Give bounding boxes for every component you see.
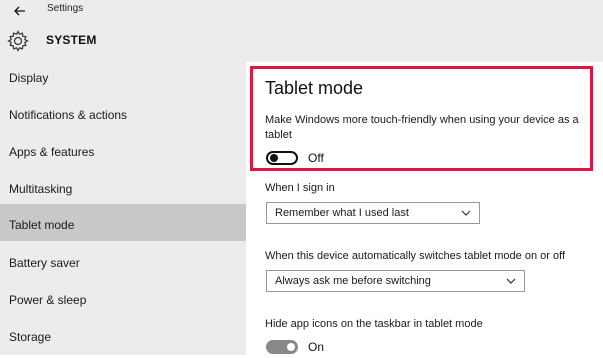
sidebar-item-power-sleep[interactable]: Power & sleep [0, 284, 246, 321]
sidebar-item-label: Multitasking [9, 182, 73, 196]
sidebar-item-label: Power & sleep [9, 293, 87, 307]
sidebar-item-battery-saver[interactable]: Battery saver [0, 247, 246, 284]
tablet-mode-description: Make Windows more touch-friendly when us… [265, 114, 579, 141]
toggle-knob [270, 154, 278, 162]
auto-switch-selected: Always ask me before switching [275, 275, 431, 287]
auto-switch-label: When this device automatically switches … [265, 250, 566, 262]
sidebar-item-label: Notifications & actions [9, 108, 128, 122]
gear-icon [7, 30, 29, 52]
hide-icons-label: Hide app icons on the taskbar in tablet … [265, 318, 483, 330]
back-arrow-icon [14, 6, 25, 16]
sidebar-item-label: Storage [9, 330, 52, 344]
sidebar-item-label: Apps & features [9, 145, 95, 159]
toggle-knob [287, 343, 295, 351]
page-header: SYSTEM [0, 22, 603, 62]
page-title: Tablet mode [265, 78, 364, 98]
sidebar: Display Notifications & actions Apps & f… [0, 62, 246, 355]
sidebar-item-notifications[interactable]: Notifications & actions [0, 99, 246, 136]
sidebar-item-display[interactable]: Display [0, 62, 246, 99]
window-title: Settings [47, 3, 84, 14]
sidebar-item-label: Display [9, 71, 49, 85]
sidebar-item-tablet-mode[interactable]: Tablet mode [0, 204, 246, 241]
signin-label: When I sign in [265, 182, 335, 194]
sidebar-item-storage[interactable]: Storage [0, 321, 246, 358]
sidebar-item-label: Battery saver [9, 256, 80, 270]
back-button[interactable] [0, 0, 40, 22]
title-bar: Settings [0, 0, 603, 22]
chevron-down-icon [506, 278, 516, 284]
sidebar-item-label: Tablet mode [9, 218, 75, 232]
sidebar-item-apps-features[interactable]: Apps & features [0, 136, 246, 173]
tablet-mode-state: Off [308, 151, 324, 165]
tablet-mode-toggle[interactable] [266, 151, 298, 165]
hide-icons-state: On [308, 340, 325, 354]
chevron-down-icon [461, 210, 471, 216]
signin-dropdown[interactable]: Remember what I used last [266, 202, 480, 224]
hide-icons-toggle[interactable] [266, 340, 298, 354]
auto-switch-dropdown[interactable]: Always ask me before switching [266, 270, 525, 292]
section-heading: SYSTEM [46, 33, 97, 47]
signin-selected: Remember what I used last [275, 207, 409, 219]
